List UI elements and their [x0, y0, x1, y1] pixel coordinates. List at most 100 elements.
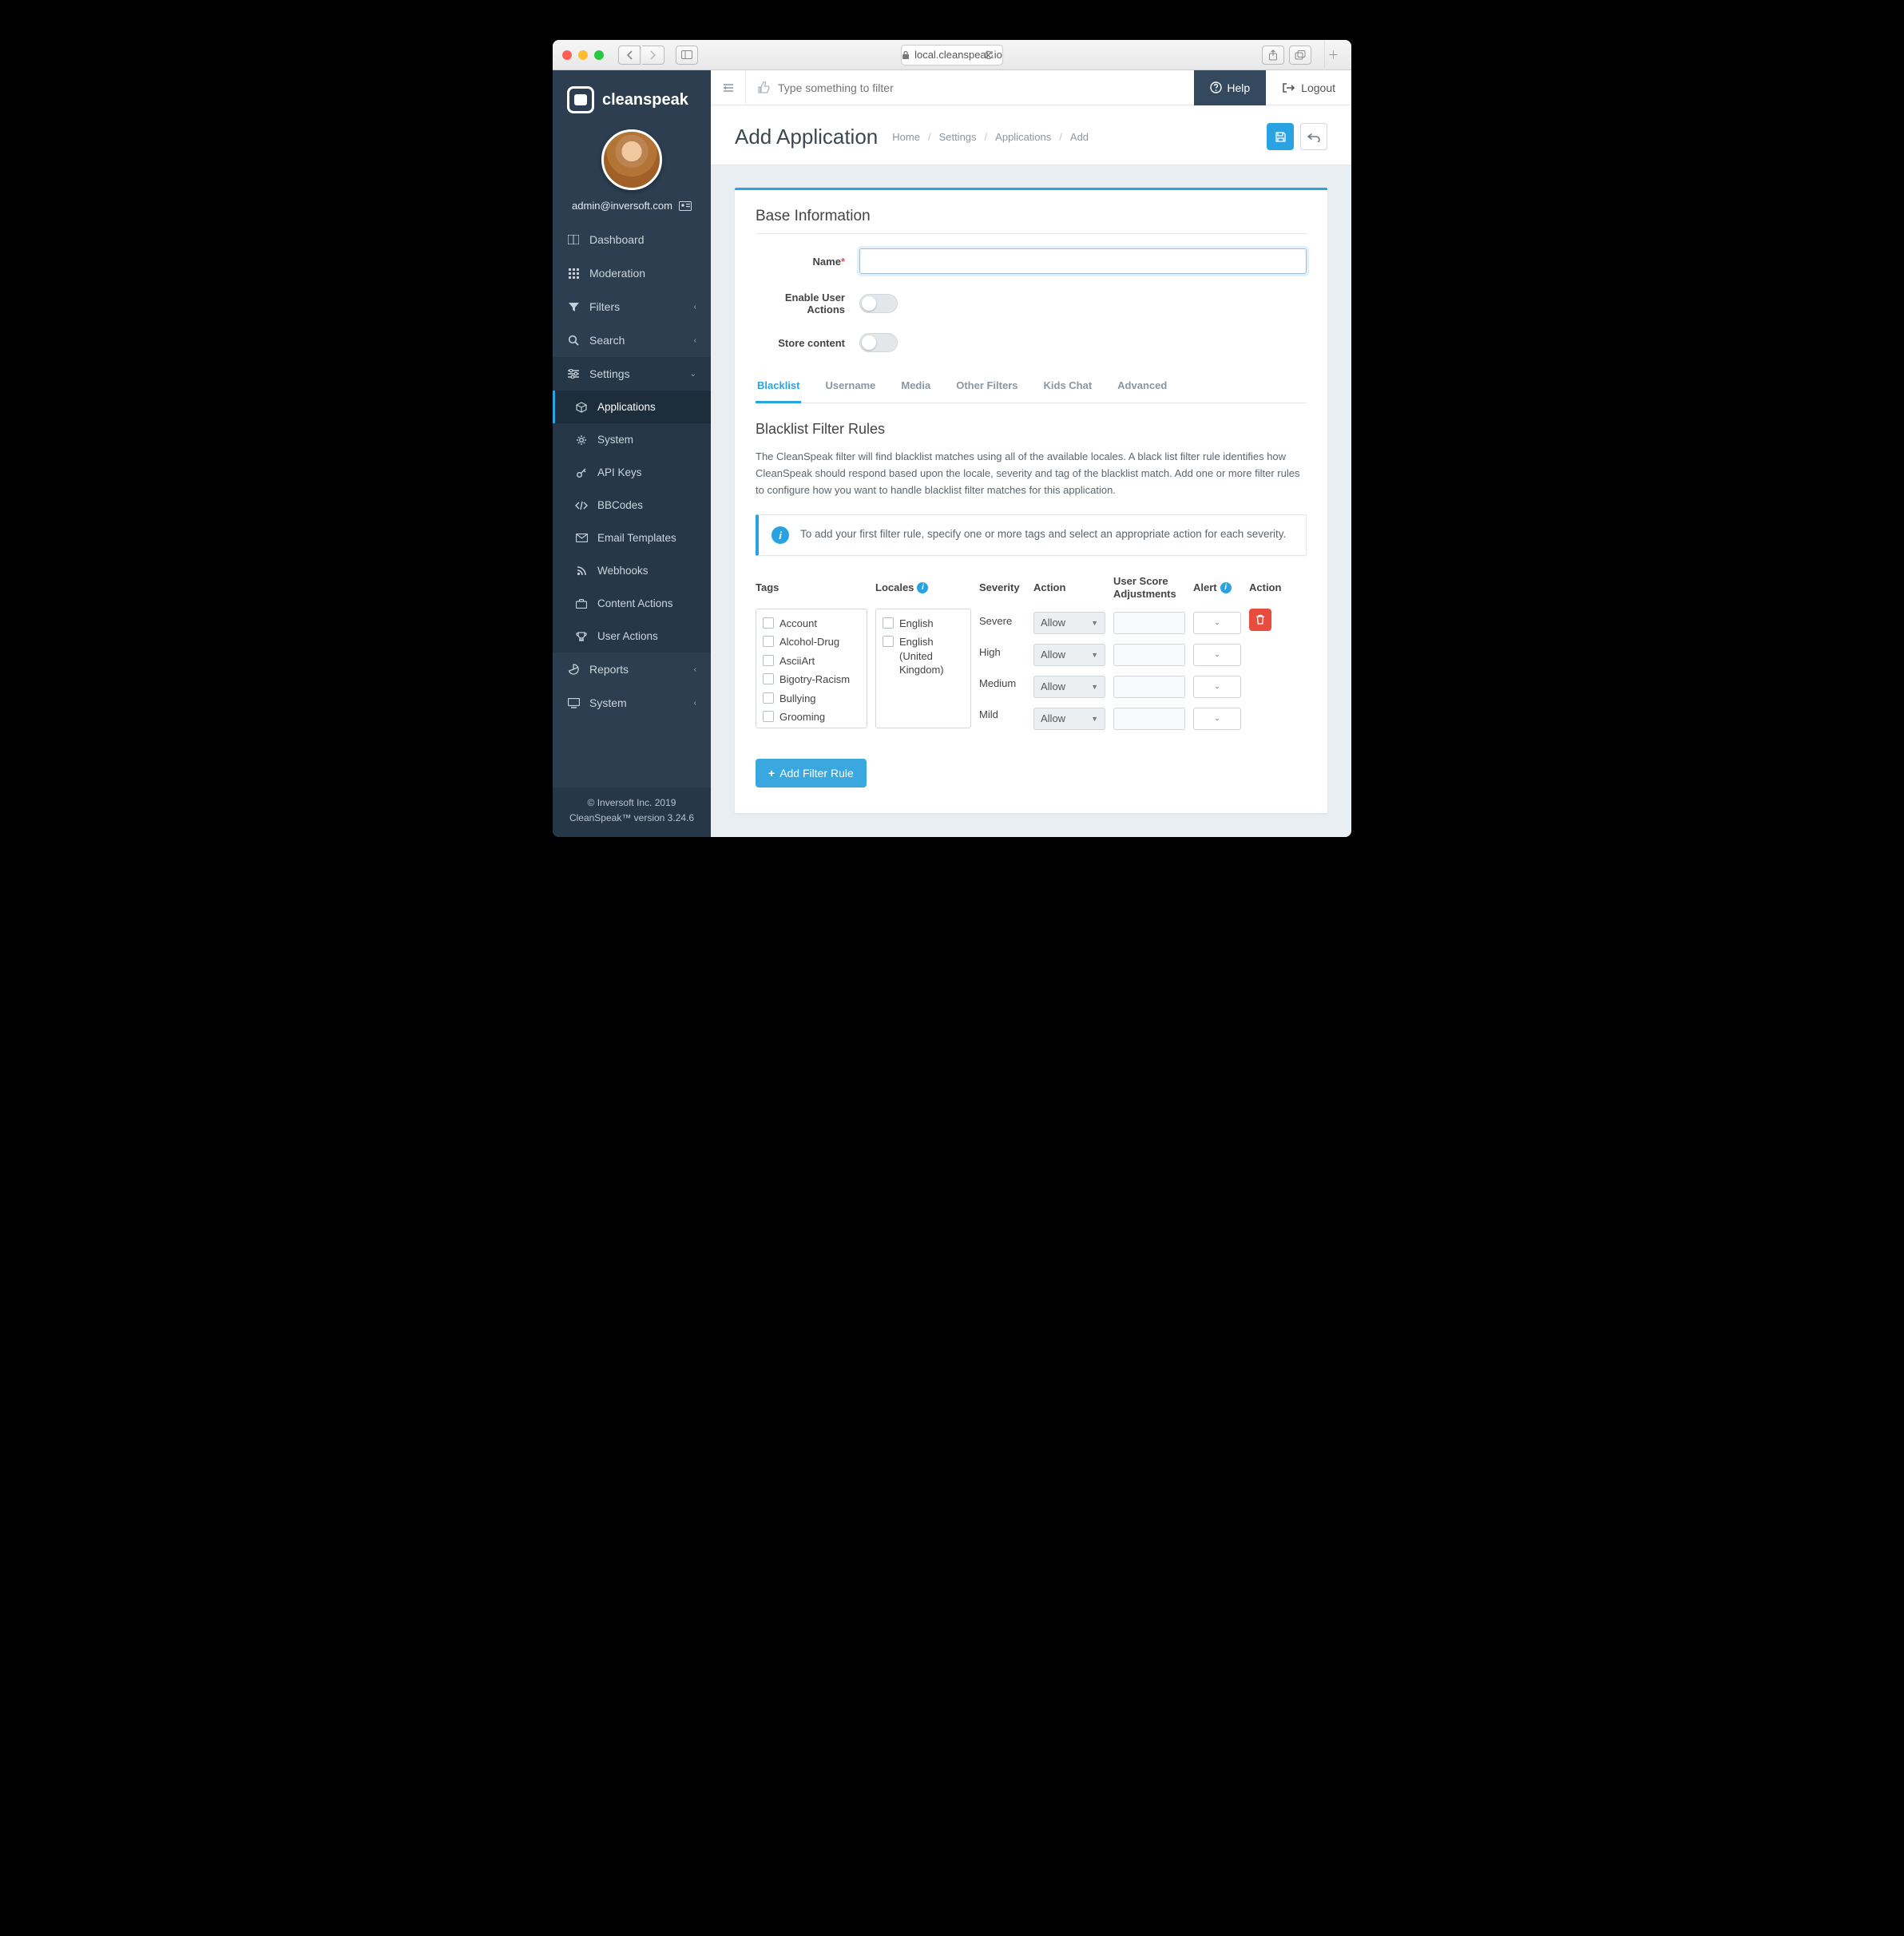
back-button[interactable]: [618, 46, 641, 65]
save-button[interactable]: [1267, 123, 1294, 150]
tag-option[interactable]: Account: [760, 614, 863, 633]
back-action-button[interactable]: [1300, 123, 1327, 150]
alert-select[interactable]: ⌄: [1193, 612, 1241, 634]
key-icon: [575, 467, 588, 478]
usa-input[interactable]: [1113, 676, 1185, 698]
tabs-button[interactable]: [1289, 46, 1311, 65]
sidebar-item-moderation[interactable]: Moderation: [553, 256, 711, 290]
user-email-row: admin@inversoft.com: [553, 193, 711, 223]
action-select[interactable]: Allow▼: [1033, 644, 1105, 666]
header-actions: [1267, 123, 1327, 150]
crumb[interactable]: Settings: [939, 131, 977, 143]
action-select[interactable]: Allow▼: [1033, 676, 1105, 698]
th-action2: Action: [1249, 575, 1286, 600]
id-card-icon[interactable]: [679, 201, 692, 211]
sidebar-sub-emailtemplates[interactable]: Email Templates: [553, 522, 711, 554]
usa-input[interactable]: [1113, 612, 1185, 634]
field-store-content: Store content: [756, 333, 1307, 352]
forward-button[interactable]: [642, 46, 664, 65]
minimize-window[interactable]: [578, 50, 588, 60]
severity-label: High: [979, 646, 1025, 658]
tags-listbox[interactable]: Account Alcohol-Drug AsciiArt Bigotry-Ra…: [756, 609, 867, 728]
store-content-toggle[interactable]: [859, 333, 898, 352]
tag-option[interactable]: AsciiArt: [760, 652, 863, 671]
briefcase-icon: [575, 599, 588, 609]
action-select[interactable]: Allow▼: [1033, 612, 1105, 634]
tag-option[interactable]: Alcohol-Drug: [760, 633, 863, 652]
alert-select[interactable]: ⌄: [1193, 644, 1241, 666]
tab-media[interactable]: Media: [899, 370, 932, 403]
sidebar-sub-useractions[interactable]: User Actions: [553, 620, 711, 653]
action-col: Allow▼ Allow▼ Allow▼ Allow▼: [1033, 609, 1105, 730]
locale-option[interactable]: English (United Kingdom): [879, 633, 967, 680]
tag-option[interactable]: Grooming: [760, 708, 863, 727]
tab-username[interactable]: Username: [823, 370, 877, 403]
name-input[interactable]: [859, 248, 1307, 274]
rule-row: Account Alcohol-Drug AsciiArt Bigotry-Ra…: [756, 609, 1307, 730]
sidebar-sub-applications[interactable]: Applications: [553, 391, 711, 423]
tag-option[interactable]: Harm-Abuse: [760, 727, 863, 728]
sidebar-collapse-button[interactable]: [711, 70, 746, 105]
new-tab-button[interactable]: ＋: [1324, 40, 1342, 70]
nav-settings-sub: Applications System API Keys BBCodes Ema…: [553, 391, 711, 653]
sidebar-item-label: Applications: [597, 401, 656, 413]
url-bar[interactable]: local.cleanspeak.io: [901, 45, 1003, 65]
sidebar-item-dashboard[interactable]: Dashboard: [553, 223, 711, 256]
tab-other-filters[interactable]: Other Filters: [954, 370, 1019, 403]
reload-icon[interactable]: [983, 50, 994, 61]
close-window[interactable]: [562, 50, 572, 60]
locale-option[interactable]: English: [879, 614, 967, 633]
traffic-lights: [562, 50, 604, 60]
delete-rule-button[interactable]: [1249, 609, 1271, 631]
sidebar-toggle-browser[interactable]: [676, 46, 698, 65]
sidebar-item-system[interactable]: System ‹: [553, 686, 711, 720]
usa-input[interactable]: [1113, 708, 1185, 730]
crumb[interactable]: Home: [892, 131, 920, 143]
footer-version: CleanSpeak™ version 3.24.6: [559, 811, 704, 826]
action-select[interactable]: Allow▼: [1033, 708, 1105, 730]
code-icon: [575, 501, 588, 510]
sidebar-sub-system[interactable]: System: [553, 423, 711, 456]
tag-option[interactable]: Bullying: [760, 689, 863, 708]
add-filter-rule-button[interactable]: + Add Filter Rule: [756, 759, 867, 787]
sidebar-sub-apikeys[interactable]: API Keys: [553, 456, 711, 489]
sidebar-item-filters[interactable]: Filters ‹: [553, 290, 711, 323]
locales-listbox[interactable]: English English (United Kingdom): [875, 609, 971, 728]
avatar[interactable]: [601, 129, 662, 190]
tab-advanced[interactable]: Advanced: [1116, 370, 1168, 403]
gear-icon: [575, 434, 588, 446]
trash-icon: [1255, 614, 1265, 625]
crumb[interactable]: Applications: [995, 131, 1051, 143]
sidebar-item-reports[interactable]: Reports ‹: [553, 653, 711, 686]
help-icon: [1210, 81, 1222, 93]
section-base-info: Base Information: [756, 208, 1307, 234]
sidebar-item-label: Filters: [589, 300, 620, 313]
panel: Base Information Name* Enable User Actio…: [735, 188, 1327, 813]
tab-blacklist[interactable]: Blacklist: [756, 370, 801, 403]
info-icon[interactable]: i: [1220, 582, 1232, 593]
sidebar-item-search[interactable]: Search ‹: [553, 323, 711, 357]
rule-head: Tags Locales i Severity Action User Scor…: [756, 575, 1307, 608]
th-locales: Locales i: [875, 575, 971, 600]
tag-option[interactable]: Bigotry-Racism: [760, 670, 863, 689]
filter-input[interactable]: [778, 81, 1183, 94]
enable-user-actions-toggle[interactable]: [859, 294, 898, 313]
help-button[interactable]: Help: [1194, 70, 1266, 105]
sidebar-item-label: Settings: [589, 367, 630, 380]
sidebar-sub-webhooks[interactable]: Webhooks: [553, 554, 711, 587]
sidebar-item-label: Search: [589, 334, 625, 347]
maximize-window[interactable]: [594, 50, 604, 60]
sidebar-sub-bbcodes[interactable]: BBCodes: [553, 489, 711, 522]
content: Base Information Name* Enable User Actio…: [711, 165, 1351, 837]
sidebar-item-settings[interactable]: Settings ⌄: [553, 357, 711, 391]
trophy-icon: [575, 631, 588, 642]
alert-select[interactable]: ⌄: [1193, 676, 1241, 698]
callout-text: To add your first filter rule, specify o…: [800, 526, 1286, 542]
tab-kids-chat[interactable]: Kids Chat: [1042, 370, 1094, 403]
logout-button[interactable]: Logout: [1266, 70, 1351, 105]
alert-select[interactable]: ⌄: [1193, 708, 1241, 730]
share-button[interactable]: [1262, 46, 1284, 65]
usa-input[interactable]: [1113, 644, 1185, 666]
info-icon[interactable]: i: [917, 582, 928, 593]
sidebar-sub-contentactions[interactable]: Content Actions: [553, 587, 711, 620]
